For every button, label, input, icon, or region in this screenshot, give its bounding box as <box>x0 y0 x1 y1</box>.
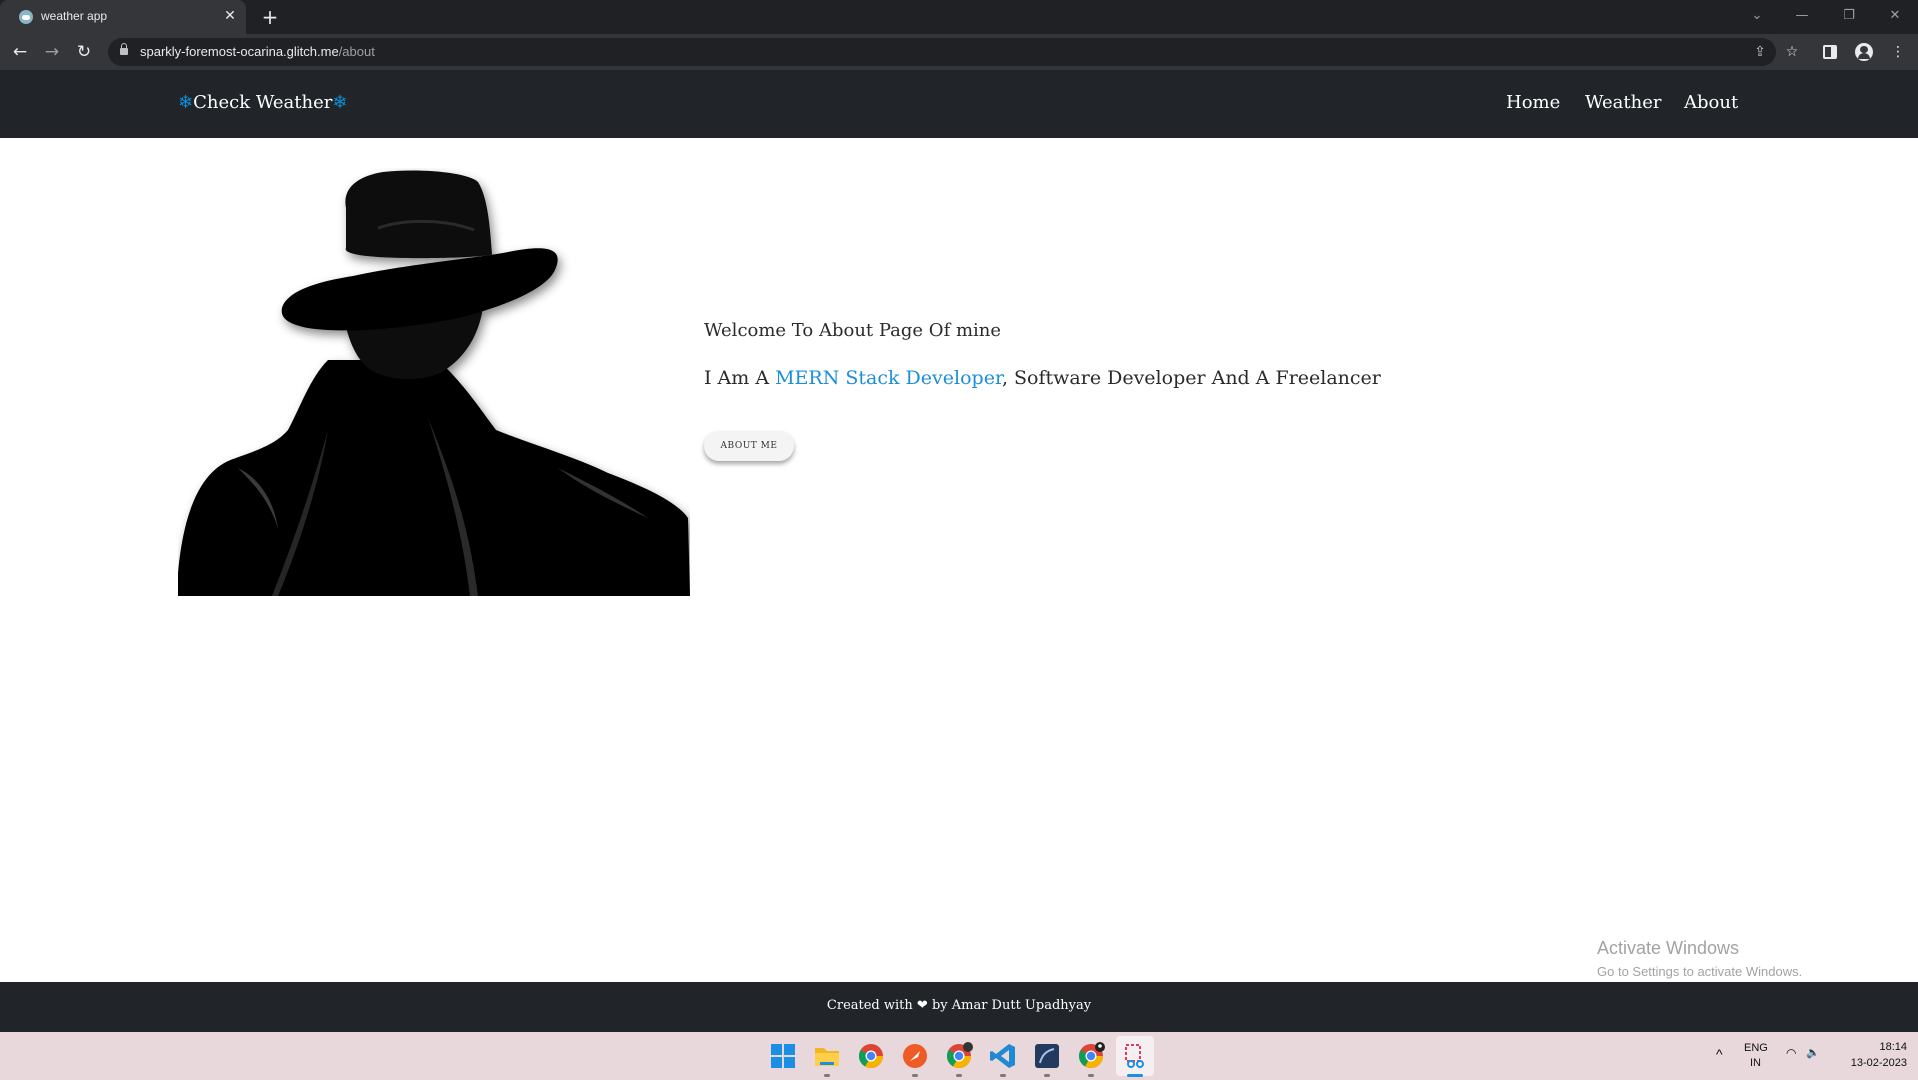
nav-link-about[interactable]: About <box>1684 92 1738 113</box>
language-indicator-bottom[interactable]: IN <box>1750 1057 1761 1069</box>
chrome-icon[interactable] <box>856 1041 886 1071</box>
profile-avatar-icon[interactable] <box>1855 43 1873 61</box>
intro-highlight: MERN Stack Developer <box>775 367 1002 389</box>
silhouette-image <box>178 170 690 596</box>
running-indicator <box>1088 1074 1094 1077</box>
chrome-profile-2-icon[interactable] <box>1076 1041 1106 1071</box>
running-indicator <box>956 1074 962 1077</box>
browser-tab-active[interactable]: weather app ✕ <box>0 0 246 34</box>
snowflake-icon: ❄ <box>178 92 194 113</box>
url-host: sparkly-foremost-ocarina.glitch.me <box>140 44 339 59</box>
nav-link-weather[interactable]: Weather <box>1585 92 1662 113</box>
activate-windows-title: Activate Windows <box>1597 938 1740 958</box>
minimize-window-button[interactable]: — <box>1787 4 1817 28</box>
file-explorer-icon[interactable] <box>812 1041 842 1071</box>
browser-tab-strip: weather app ✕ + ⌄ — ❐ ✕ <box>0 0 1918 34</box>
share-icon[interactable]: ⇪ <box>1748 40 1772 64</box>
brand-text: Check Weather <box>193 92 333 113</box>
reload-button[interactable]: ↻ <box>72 40 96 64</box>
heart-icon: ❤ <box>916 998 928 1013</box>
side-panel-icon[interactable] <box>1823 45 1837 59</box>
intro-text: I Am A MERN Stack Developer, Software De… <box>704 367 1381 389</box>
language-indicator-top[interactable]: ENG <box>1744 1042 1768 1054</box>
snipping-tool-icon[interactable] <box>1120 1041 1150 1071</box>
tab-title: weather app <box>41 9 108 23</box>
url-text[interactable]: sparkly-foremost-ocarina.glitch.me/about <box>140 44 375 59</box>
nav-link-home[interactable]: Home <box>1506 92 1560 113</box>
windows-taskbar: ^ ENG IN ◠ 🔈 18:14 13-02-2023 <box>0 1032 1918 1080</box>
site-navbar: ❄Check Weather❄ Home Weather About <box>0 70 1918 138</box>
clock-time[interactable]: 18:14 <box>1877 1041 1907 1053</box>
running-indicator <box>1000 1074 1006 1077</box>
footer-suffix: by Amar Dutt Upadhyay <box>927 998 1092 1013</box>
clock-date[interactable]: 13-02-2023 <box>1838 1057 1907 1069</box>
chrome-menu-icon[interactable]: ⋮ <box>1886 40 1910 64</box>
tab-search-chevron-icon[interactable]: ⌄ <box>1742 4 1772 28</box>
site-footer: Created with ❤ by Amar Dutt Upadhyay <box>0 982 1918 1032</box>
volume-icon[interactable]: 🔈 <box>1806 1046 1820 1059</box>
activate-windows-subtitle: Go to Settings to activate Windows. <box>1597 964 1803 979</box>
restore-window-button[interactable]: ❐ <box>1834 4 1864 28</box>
mysql-workbench-icon[interactable] <box>1032 1041 1062 1071</box>
snowflake-icon: ❄ <box>332 92 348 113</box>
tray-overflow-chevron-icon[interactable]: ^ <box>1716 1046 1723 1062</box>
url-path: /about <box>338 44 375 59</box>
browser-toolbar: ← → ↻ sparkly-foremost-ocarina.glitch.me… <box>0 34 1918 70</box>
wifi-icon[interactable]: ◠ <box>1786 1046 1796 1060</box>
intro-prefix: I Am A <box>704 367 776 389</box>
intro-suffix: , Software Developer And A Freelancer <box>1001 367 1381 389</box>
about-me-button[interactable]: ABOUT ME <box>704 431 794 461</box>
running-indicator <box>912 1074 918 1077</box>
address-bar[interactable]: sparkly-foremost-ocarina.glitch.me/about… <box>108 38 1776 66</box>
brand-link[interactable]: ❄Check Weather❄ <box>178 92 347 113</box>
bookmark-star-icon[interactable]: ☆ <box>1780 40 1804 64</box>
active-indicator <box>1127 1074 1143 1077</box>
windows-start-icon[interactable] <box>768 1041 798 1071</box>
footer-prefix: Created with <box>826 998 917 1013</box>
new-tab-button[interactable]: + <box>258 5 282 29</box>
running-indicator <box>1044 1074 1050 1077</box>
weather-app-favicon-icon <box>19 10 33 24</box>
welcome-heading: Welcome To About Page Of mine <box>704 320 1002 341</box>
chrome-profile-icon[interactable] <box>944 1041 974 1071</box>
tab-close-icon[interactable]: ✕ <box>220 6 240 26</box>
lock-icon[interactable] <box>120 43 128 55</box>
footer-credit: Created with ❤ by Amar Dutt Upadhyay <box>0 998 1918 1013</box>
forward-button[interactable]: → <box>40 40 64 64</box>
back-button[interactable]: ← <box>8 40 32 64</box>
postman-icon[interactable] <box>900 1041 930 1071</box>
running-indicator <box>824 1074 830 1077</box>
close-window-button[interactable]: ✕ <box>1880 4 1910 28</box>
vs-code-icon[interactable] <box>988 1041 1018 1071</box>
